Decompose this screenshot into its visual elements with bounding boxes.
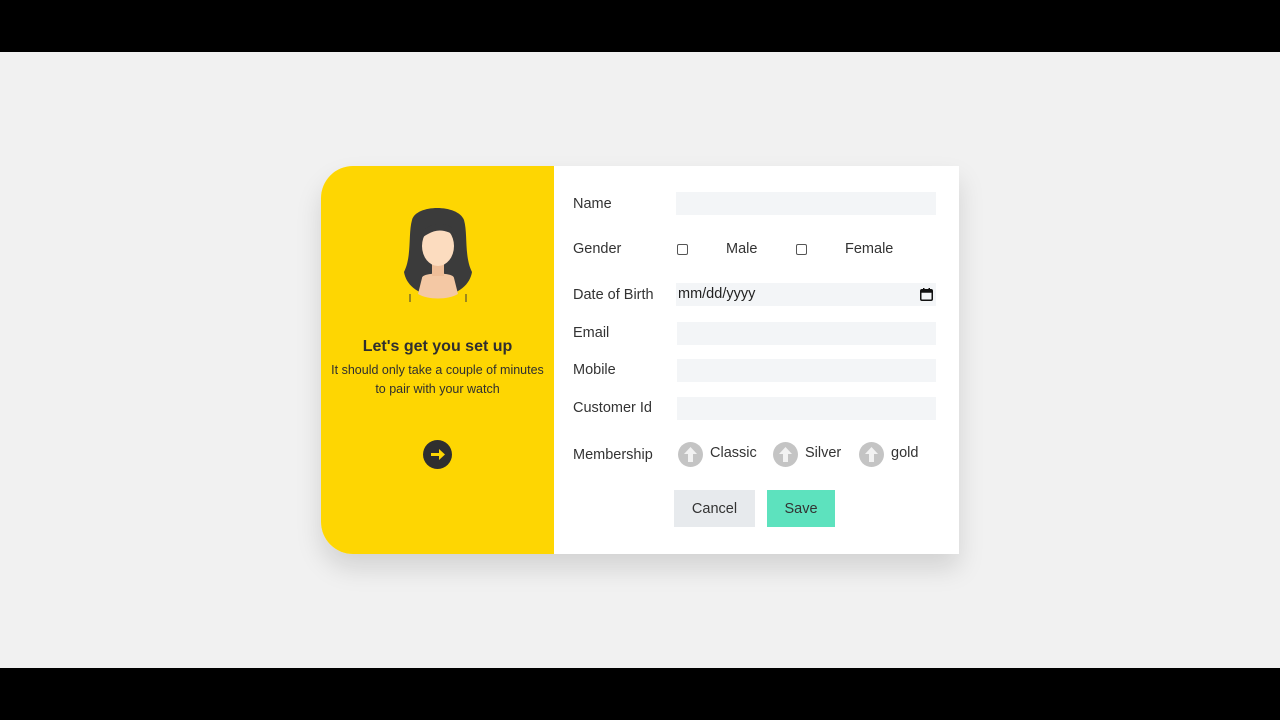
- welcome-subtitle: It should only take a couple of minutes …: [321, 361, 554, 399]
- membership-silver-radio[interactable]: [773, 442, 798, 467]
- email-input[interactable]: [677, 322, 936, 345]
- calendar-icon[interactable]: [920, 288, 933, 301]
- welcome-subtitle-line1: It should only take a couple of minutes: [331, 363, 544, 377]
- mobile-label: Mobile: [573, 362, 616, 378]
- arrow-up-icon: [779, 447, 792, 462]
- customer-id-input[interactable]: [677, 397, 936, 420]
- dob-input[interactable]: mm/dd/yyyy: [676, 283, 936, 306]
- gender-label: Gender: [573, 241, 622, 257]
- membership-silver-label: Silver: [805, 445, 842, 461]
- membership-label: Membership: [573, 447, 653, 463]
- male-checkbox[interactable]: [677, 244, 688, 255]
- membership-classic-label: Classic: [710, 445, 757, 461]
- arrow-right-circle-icon: [431, 449, 445, 460]
- female-avatar-icon: [404, 208, 472, 302]
- registration-form: Name Gender Male Female Date of Birth mm…: [554, 166, 959, 554]
- signup-card: Let's get you set up It should only take…: [321, 166, 959, 554]
- female-checkbox[interactable]: [796, 244, 807, 255]
- welcome-subtitle-line2: to pair with your watch: [375, 382, 500, 396]
- name-input[interactable]: [676, 192, 936, 215]
- mobile-input[interactable]: [677, 359, 936, 382]
- email-label: Email: [573, 325, 610, 341]
- next-button[interactable]: [423, 440, 452, 469]
- name-label: Name: [573, 196, 612, 212]
- arrow-up-icon: [684, 447, 697, 462]
- customer-id-label: Customer Id: [573, 400, 652, 416]
- page-background: Let's get you set up It should only take…: [0, 52, 1280, 668]
- membership-classic-radio[interactable]: [678, 442, 703, 467]
- membership-gold-label: gold: [891, 445, 919, 461]
- welcome-panel: Let's get you set up It should only take…: [321, 166, 554, 554]
- male-option-label: Male: [726, 241, 758, 257]
- female-option-label: Female: [845, 241, 894, 257]
- dob-label: Date of Birth: [573, 287, 654, 303]
- arrow-up-icon: [865, 447, 878, 462]
- welcome-title: Let's get you set up: [362, 338, 513, 355]
- cancel-button[interactable]: Cancel: [674, 490, 755, 527]
- dob-placeholder: mm/dd/yyyy: [678, 286, 756, 302]
- membership-gold-radio[interactable]: [859, 442, 884, 467]
- save-button[interactable]: Save: [767, 490, 835, 527]
